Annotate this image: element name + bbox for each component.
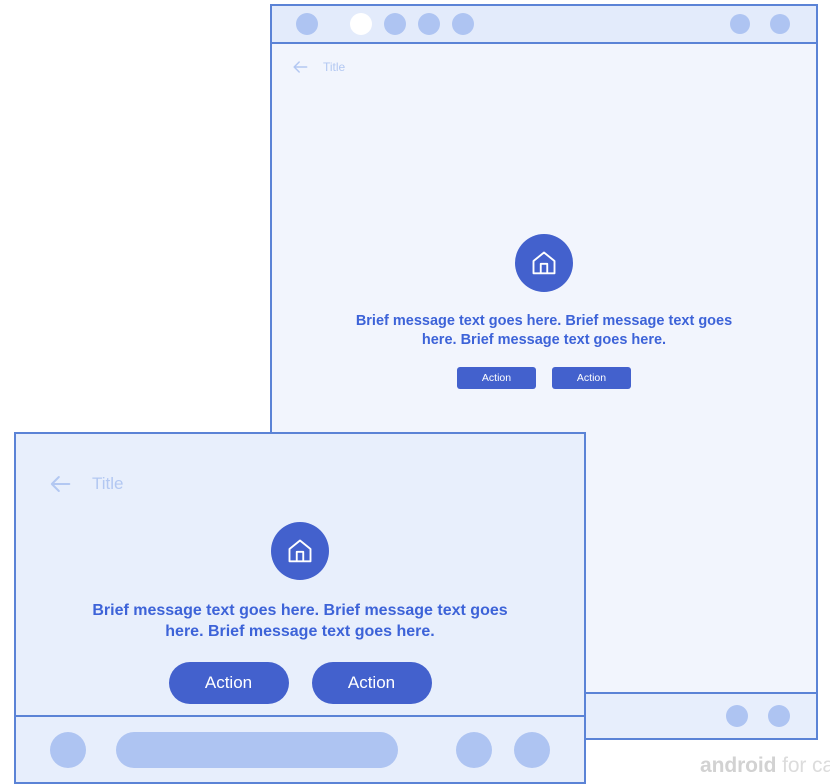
front-window-empty-state: Brief message text goes here. Brief mess… (16, 522, 584, 705)
home-icon (532, 251, 556, 275)
back-window-actions: Action Action (457, 367, 631, 390)
back-window-title: Title (323, 60, 346, 74)
action-button-1[interactable]: Action (457, 367, 536, 390)
action-button-1[interactable]: Action (168, 662, 289, 705)
nav-circle-right-2[interactable] (514, 731, 550, 768)
back-window-bottom-actions (706, 705, 790, 727)
tab-dot-1[interactable] (296, 13, 318, 35)
watermark-rest: for ca (776, 754, 830, 777)
nav-dot-2[interactable] (768, 705, 790, 727)
bottom-bar-contents (16, 731, 584, 768)
tab-dot-2[interactable] (350, 13, 372, 35)
home-icon-circle (271, 522, 329, 580)
arrow-left-icon[interactable] (46, 470, 74, 498)
back-window-titlebar[interactable] (272, 6, 816, 44)
back-window-tab-dots (296, 13, 486, 35)
front-window-title: Title (92, 474, 124, 493)
front-window-bottom-bar (16, 715, 584, 782)
action-button-2[interactable]: Action (552, 367, 631, 390)
back-window-titlebar-actions (710, 14, 790, 34)
back-window-message: Brief message text goes here. Brief mess… (355, 313, 733, 349)
watermark-bold: android (700, 754, 777, 777)
back-window-empty-state: Brief message text goes here. Brief mess… (272, 234, 816, 390)
nav-circle-right-1[interactable] (456, 731, 492, 768)
search-bar-pill[interactable] (116, 731, 398, 768)
watermark: android for ca (700, 754, 830, 778)
nav-circle-left[interactable] (50, 731, 86, 768)
titlebar-action-2[interactable] (770, 14, 790, 34)
home-icon (288, 539, 312, 563)
front-window-appbar: Title (46, 464, 124, 504)
tab-dot-5[interactable] (452, 13, 474, 35)
nav-dot-1[interactable] (726, 705, 748, 727)
front-window-actions: Action Action (168, 662, 432, 705)
arrow-left-icon[interactable] (290, 57, 310, 77)
front-window-message: Brief message text goes here. Brief mess… (92, 602, 508, 641)
titlebar-action-1[interactable] (730, 14, 750, 34)
tab-dot-3[interactable] (384, 13, 406, 35)
front-window[interactable]: Title Brief message text goes here. Brie… (14, 432, 586, 784)
home-icon-circle (515, 234, 573, 292)
tab-dot-4[interactable] (418, 13, 440, 35)
action-button-2[interactable]: Action (311, 662, 432, 705)
back-window-appbar: Title (290, 48, 345, 86)
